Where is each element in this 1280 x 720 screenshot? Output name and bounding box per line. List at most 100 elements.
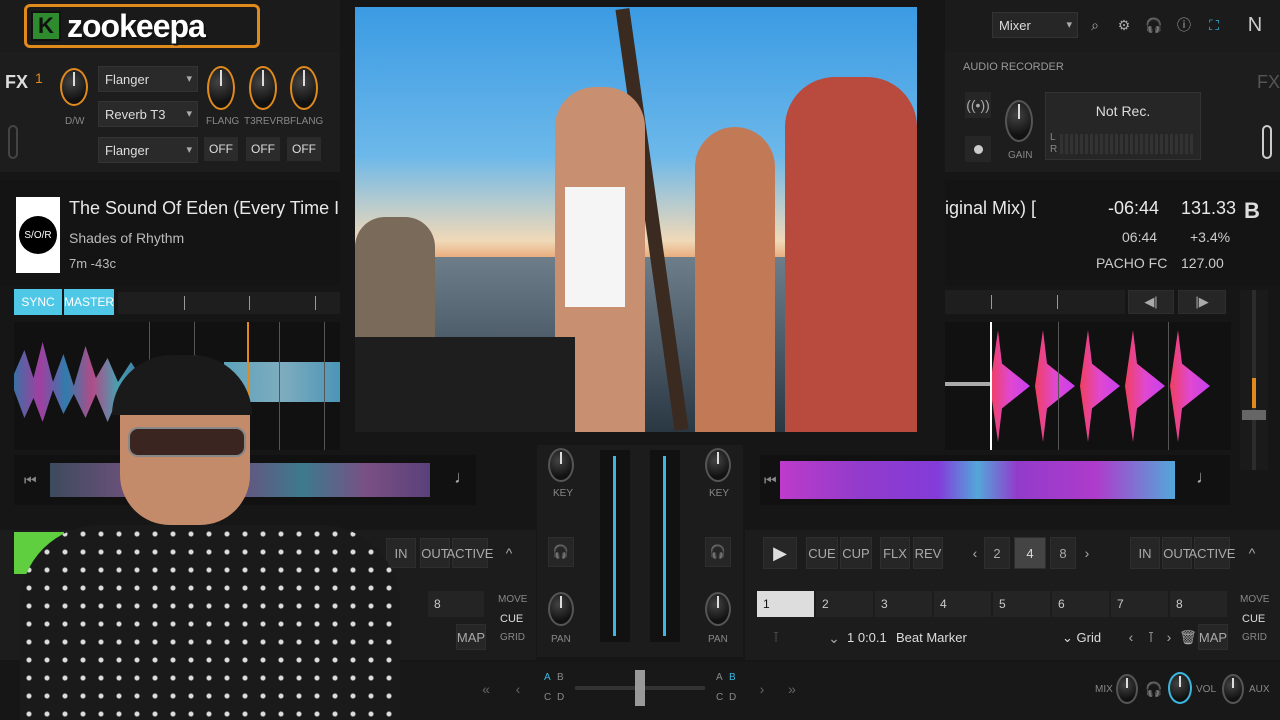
info-icon[interactable]: ⓘ [1174, 12, 1194, 38]
master-headphones-icon[interactable]: 🎧 [1145, 678, 1162, 700]
deck-b-loop-4[interactable]: 4 [1014, 537, 1046, 569]
deck-a-collapse-icon[interactable]: ^ [500, 540, 518, 566]
mixer-key-knob-a[interactable] [548, 448, 574, 482]
deck-b-pitch-slider[interactable] [1240, 290, 1268, 470]
xfade-left-b[interactable]: B [557, 672, 564, 683]
deck-b-loop-8[interactable]: 8 [1050, 537, 1076, 569]
deck-b-map-button[interactable]: MAP [1198, 624, 1228, 650]
fullscreen-icon[interactable]: ⛶ [1204, 12, 1224, 38]
deck-b-cue-2[interactable]: 2 [816, 591, 873, 617]
deck-a-artist: Shades of Rhythm [69, 230, 185, 246]
fx-param-2-label: T3REVRB [244, 116, 291, 127]
master-headphone-volume-knob[interactable] [1168, 672, 1192, 704]
recorder-lock-icon[interactable] [1262, 125, 1272, 159]
fx-lock-icon[interactable] [8, 125, 18, 159]
fx-param-3-knob[interactable] [290, 66, 318, 110]
deck-b-loop-active-button[interactable]: ACTIVE [1189, 537, 1235, 569]
record-button[interactable] [965, 136, 991, 162]
deck-b-cue-5[interactable]: 5 [993, 591, 1050, 617]
deck-b-loop-smaller-icon[interactable]: ‹ [968, 540, 982, 566]
deck-b-waveform[interactable] [945, 322, 1231, 450]
search-icon[interactable]: ⌕ [1085, 12, 1105, 38]
fx-unit-number[interactable]: 1 [35, 70, 43, 86]
deck-a-loop-out-button[interactable]: OUT [420, 538, 450, 568]
layout-mode-select[interactable]: Mixer [992, 12, 1078, 38]
deck-b-cue-7[interactable]: 7 [1111, 591, 1168, 617]
fx-param-2-knob[interactable] [249, 66, 277, 110]
xfade-left-d[interactable]: D [557, 692, 564, 703]
deck-b-cue-label[interactable]: CUE [1242, 613, 1265, 625]
headphones-icon[interactable]: 🎧 [1144, 12, 1164, 38]
xfade-right-b[interactable]: B [729, 672, 736, 683]
recorder-meter-r: R [1050, 144, 1058, 155]
deck-b-overview-start-icon[interactable]: ⏮ [764, 455, 777, 505]
mixer-volume-fader-b[interactable] [650, 450, 680, 642]
settings-gear-icon[interactable]: ⚙ [1114, 12, 1134, 38]
crossfader-fast-left-icon[interactable]: « [478, 678, 494, 700]
mixer-key-knob-b[interactable] [705, 448, 731, 482]
deck-b-overview[interactable]: ⏮ ♩ [760, 455, 1230, 505]
deck-b-cue-6[interactable]: 6 [1052, 591, 1109, 617]
deck-b-delete-icon[interactable]: 🗑 [1179, 626, 1197, 648]
fx-toggle-1[interactable]: OFF [204, 137, 238, 161]
deck-a-cue-label[interactable]: CUE [500, 613, 523, 625]
xfade-right-c[interactable]: C [716, 692, 723, 703]
fx-effect-3-select[interactable]: Flanger [98, 137, 198, 163]
fx-toggle-2[interactable]: OFF [246, 137, 280, 161]
deck-b-loop-out-button[interactable]: OUT [1162, 537, 1192, 569]
crossfader-right-icon[interactable]: › [754, 678, 770, 700]
crossfader-fast-right-icon[interactable]: » [784, 678, 800, 700]
deck-b-rev-button[interactable]: REV [913, 537, 943, 569]
master-mix-knob[interactable] [1116, 674, 1138, 704]
deck-b-key-note-icon[interactable]: ♩ [1196, 467, 1214, 488]
crossfader-left-icon[interactable]: ‹ [510, 678, 526, 700]
deck-b-elapsed: 06:44 [1122, 229, 1158, 245]
deck-b-cue-4[interactable]: 4 [934, 591, 991, 617]
deck-b-play-button[interactable]: ▶ [763, 537, 797, 569]
mixer-cue-headphones-a[interactable]: 🎧 [548, 537, 574, 567]
deck-b-cue-8[interactable]: 8 [1170, 591, 1227, 617]
deck-b-beatjump-back-button[interactable]: ◀| [1128, 290, 1174, 314]
deck-b-grid-set-icon[interactable]: ⊺ [1142, 626, 1160, 648]
deck-b-collapse-icon[interactable]: ^ [1243, 540, 1261, 566]
deck-a-map-button[interactable]: MAP [456, 624, 486, 650]
deck-b-loop-in-button[interactable]: IN [1130, 537, 1160, 569]
deck-b-grid-next-icon[interactable]: › [1162, 626, 1176, 648]
deck-a-loop-active-button[interactable]: ACTIVE [447, 538, 493, 568]
deck-b-grid-prev-icon[interactable]: ‹ [1124, 626, 1138, 648]
master-aux-knob[interactable] [1222, 674, 1244, 704]
mixer-cue-headphones-b[interactable]: 🎧 [705, 537, 731, 567]
deck-a-master-button[interactable]: MASTER [64, 289, 114, 315]
fx-effect-2-select[interactable]: Reverb T3 [98, 101, 198, 127]
fx-param-1-knob[interactable] [207, 66, 235, 110]
fx-toggle-3[interactable]: OFF [287, 137, 321, 161]
xfade-right-d[interactable]: D [729, 692, 736, 703]
deck-b-loop-2[interactable]: 2 [984, 537, 1010, 569]
fx-param-3-label: FLANG [290, 116, 324, 127]
deck-a-cue-8[interactable]: 8 [428, 591, 484, 617]
recorder-gain-knob[interactable] [1005, 100, 1033, 142]
deck-b-grid-dropdown[interactable]: ⌄ Grid [1062, 630, 1101, 646]
mixer-pan-knob-b[interactable] [705, 592, 731, 626]
deck-a-sync-button[interactable]: SYNC [14, 289, 62, 315]
deck-b-grid-lock-icon[interactable]: ⊺ [768, 626, 784, 648]
deck-b-beat-dropdown-icon[interactable]: ⌄ [828, 628, 840, 648]
fx-effect-1-select[interactable]: Flanger [98, 66, 198, 92]
xfade-left-a[interactable]: A [544, 672, 551, 683]
deck-b-beatjump-fwd-button[interactable]: |▶ [1178, 290, 1226, 314]
deck-b-cup-button[interactable]: CUP [840, 537, 872, 569]
deck-b-loop-bigger-icon[interactable]: › [1080, 540, 1094, 566]
deck-b-cue-button[interactable]: CUE [806, 537, 838, 569]
deck-a-key-note-icon[interactable]: ♩ [454, 467, 472, 488]
fx-dry-wet-knob[interactable] [60, 68, 88, 106]
mixer-volume-fader-a[interactable] [600, 450, 630, 642]
broadcast-icon[interactable]: ((•)) [965, 92, 991, 118]
deck-b-cue-3[interactable]: 3 [875, 591, 932, 617]
deck-b-cue-1[interactable]: 1 [757, 591, 814, 617]
crossfader[interactable] [575, 670, 705, 706]
mixer-pan-label-a: PAN [551, 634, 571, 645]
xfade-left-c[interactable]: C [544, 692, 551, 703]
mixer-pan-knob-a[interactable] [548, 592, 574, 626]
xfade-right-a[interactable]: A [716, 672, 723, 683]
deck-b-flx-button[interactable]: FLX [880, 537, 910, 569]
